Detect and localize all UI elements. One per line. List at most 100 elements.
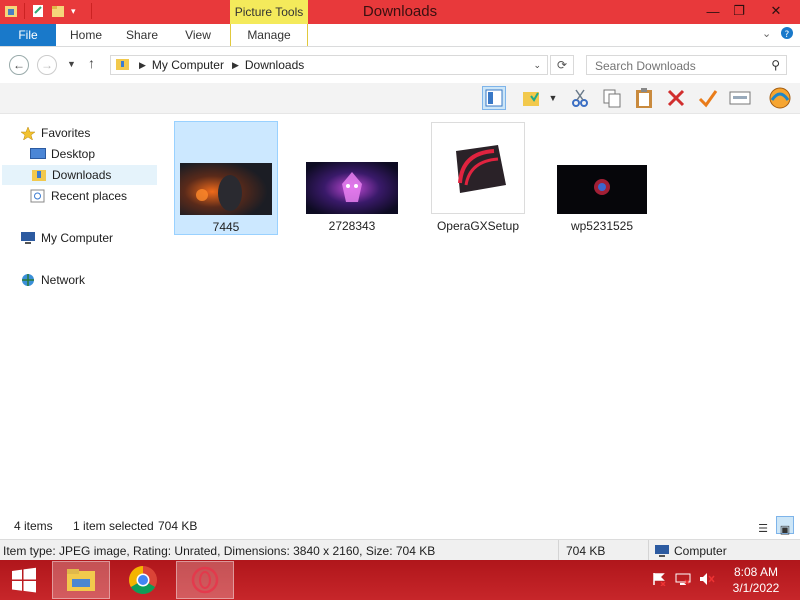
breadcrumb-chevron-icon[interactable]: ▶ [139, 60, 146, 71]
image-thumbnail [306, 162, 398, 214]
copy-icon [603, 89, 621, 108]
nav-network[interactable]: Network [20, 270, 85, 290]
search-icon[interactable]: ⚲ [771, 58, 780, 72]
file-item-2728343[interactable]: 2728343 [300, 121, 404, 235]
selection-size: 704 KB [158, 519, 198, 533]
arrow-right-icon: → [41, 58, 53, 72]
clock-date: 3/1/2022 [732, 581, 780, 595]
item-details-text: Item type: JPEG image, Rating: Unrated, … [3, 544, 436, 558]
ribbon-tab-strip: File Home Share View Manage ⌄ ? [0, 24, 800, 47]
nav-item-label: Recent places [51, 189, 128, 203]
nav-item-recent-places[interactable]: Recent places [30, 186, 127, 206]
title-bar: ▾ Picture Tools Downloads — ❐ ✕ [0, 0, 800, 24]
file-name: 7445 [212, 220, 240, 234]
close-button[interactable]: ✕ [756, 0, 796, 22]
chrome-icon [129, 566, 157, 594]
navigation-pane: Favorites Desktop Downloads Recent place… [0, 113, 160, 513]
navigation-bar: ← → ▼ ↑ ▶ My Computer ▶ Downloads ⌄ ⟳ ⚲ [0, 47, 800, 83]
nav-favorites-label: Favorites [41, 126, 91, 140]
large-icons-view-icon: ▣ [779, 524, 791, 536]
tab-share[interactable]: Share [118, 24, 166, 46]
taskbar: 8:08 AM 3/1/2022 [0, 560, 800, 600]
file-name: 2728343 [328, 219, 376, 233]
file-item-7445[interactable]: 7445 [174, 121, 278, 235]
file-name: OperaGXSetup [436, 219, 520, 233]
status-bar: 4 items 1 item selected 704 KB ☰ ▣ [0, 513, 800, 537]
file-item-wp5231525[interactable]: wp5231525 [550, 121, 654, 235]
scissors-icon [572, 89, 588, 107]
tab-file[interactable]: File [0, 24, 56, 46]
quick-access-toolbar: ▾ [4, 3, 92, 19]
start-button[interactable] [0, 561, 48, 599]
preview-pane-button[interactable] [482, 86, 506, 110]
new-folder-icon[interactable] [51, 3, 65, 19]
recent-places-icon [30, 189, 46, 203]
nav-item-label: Downloads [52, 168, 112, 182]
image-thumbnail [557, 165, 647, 214]
taskbar-file-explorer[interactable] [52, 561, 110, 599]
downloads-folder-icon [115, 57, 131, 74]
action-center-flag-icon[interactable] [650, 570, 668, 588]
installer-thumbnail [431, 122, 525, 214]
network-tray-icon[interactable] [674, 570, 692, 588]
preview-pane-icon [485, 89, 503, 107]
folder-options-button[interactable] [520, 86, 544, 110]
file-item-operagxsetup[interactable]: OperaGXSetup [426, 121, 530, 235]
check-button[interactable] [696, 86, 720, 110]
folder-icon[interactable] [4, 3, 18, 19]
nav-my-computer[interactable]: My Computer [20, 228, 113, 248]
refresh-button[interactable]: ⟳ [550, 55, 574, 75]
file-name: wp5231525 [570, 219, 634, 233]
nav-item-downloads[interactable]: Downloads [2, 165, 157, 185]
selection-count: 1 item selected [73, 519, 154, 533]
shell-button[interactable] [766, 86, 794, 110]
properties-icon[interactable] [31, 3, 45, 19]
breadcrumb-downloads[interactable]: Downloads [245, 58, 304, 72]
file-explorer-icon [67, 569, 95, 591]
dropdown-icon[interactable]: ▼ [546, 86, 560, 110]
recent-locations-dropdown-icon[interactable]: ▼ [67, 59, 76, 69]
star-icon [20, 126, 36, 141]
back-button[interactable]: ← [9, 55, 29, 75]
details-status-bar: Item type: JPEG image, Rating: Unrated, … [0, 539, 800, 561]
large-icons-view-button[interactable]: ▣ [776, 516, 794, 536]
chevron-down-icon[interactable]: ⌄ [762, 27, 771, 40]
details-view-icon: ☰ [758, 523, 768, 535]
status-divider [558, 540, 559, 561]
cut-button[interactable] [568, 86, 592, 110]
downloads-folder-icon [31, 168, 47, 182]
delete-button[interactable] [664, 86, 688, 110]
search-input[interactable] [593, 57, 767, 75]
taskbar-clock[interactable]: 8:08 AM 3/1/2022 [722, 564, 790, 596]
breadcrumb-my-computer[interactable]: My Computer [152, 58, 224, 72]
address-bar[interactable]: ▶ My Computer ▶ Downloads ⌄ [110, 55, 548, 75]
forward-button[interactable]: → [37, 55, 57, 75]
taskbar-opera-gx[interactable] [176, 561, 234, 599]
volume-muted-icon[interactable] [698, 570, 716, 588]
taskbar-chrome[interactable] [114, 561, 172, 599]
qat-separator [24, 3, 25, 19]
desktop-icon [30, 147, 46, 161]
address-dropdown-icon[interactable]: ⌄ [533, 60, 541, 71]
computer-icon [20, 231, 36, 245]
search-box[interactable]: ⚲ [586, 55, 787, 75]
maximize-button[interactable]: ❐ [724, 0, 754, 22]
tab-view[interactable]: View [174, 24, 222, 46]
nav-favorites[interactable]: Favorites [20, 123, 90, 143]
paste-icon [636, 88, 652, 108]
svg-text:?: ? [785, 30, 790, 40]
nav-item-label: Desktop [51, 147, 96, 161]
tab-manage[interactable]: Manage [230, 24, 308, 46]
breadcrumb-chevron-icon[interactable]: ▶ [232, 60, 239, 71]
tab-home[interactable]: Home [62, 24, 110, 46]
help-icon[interactable]: ? [780, 26, 794, 43]
up-arrow-icon[interactable]: ↑ [88, 55, 95, 71]
nav-network-label: Network [41, 273, 86, 287]
copy-button[interactable] [600, 86, 624, 110]
item-size-text: 704 KB [566, 544, 606, 558]
customize-qat-icon[interactable]: ▾ [71, 3, 85, 19]
details-view-button[interactable]: ☰ [754, 516, 772, 535]
paste-button[interactable] [632, 86, 656, 110]
rename-button[interactable] [728, 86, 752, 110]
nav-item-desktop[interactable]: Desktop [30, 144, 95, 164]
